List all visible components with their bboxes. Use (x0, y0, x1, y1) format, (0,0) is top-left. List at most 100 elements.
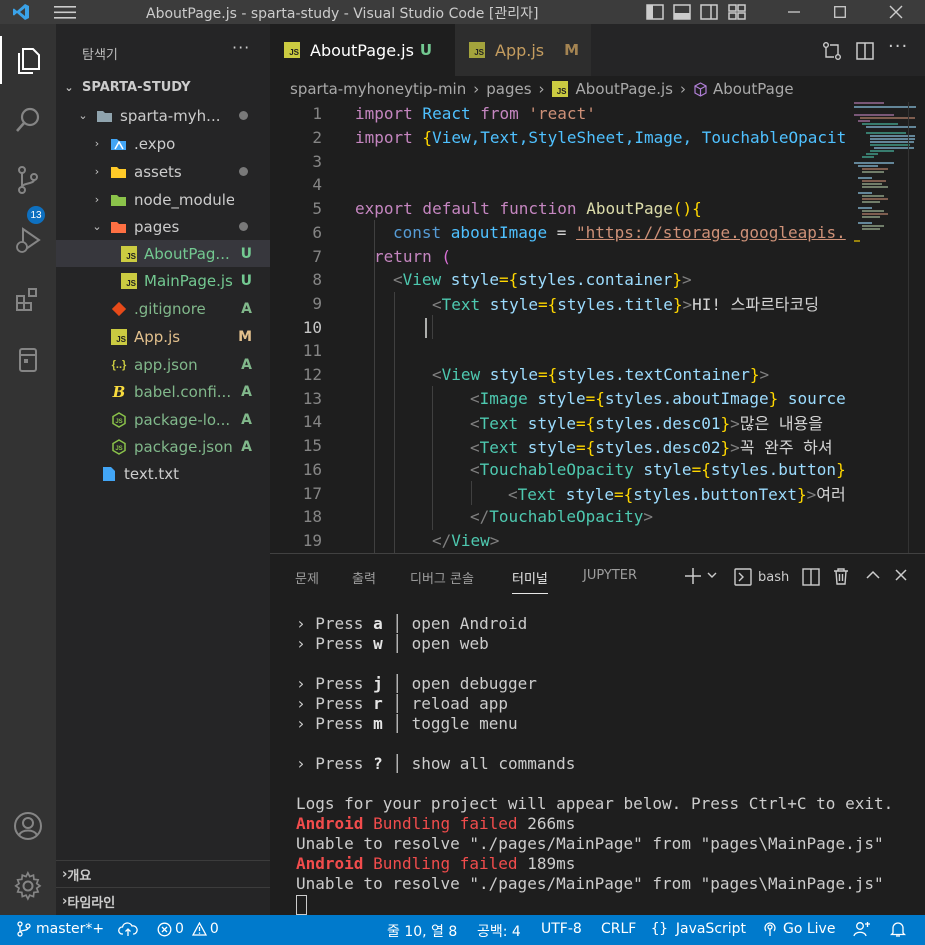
tree-file-mainpage[interactable]: JS MainPage.js U (56, 267, 270, 294)
tree-folder-expo[interactable]: › .expo (56, 130, 270, 157)
code-line: 2 import {View,Text,StyleSheet,Image, To… (270, 126, 846, 150)
tree-label: babel.confi... (134, 382, 232, 401)
maximize-icon[interactable] (817, 0, 863, 24)
line-number: 17 (302, 483, 322, 503)
tree-file-packagelock[interactable]: JS package-lo... A (56, 406, 270, 433)
code-line: 1 import React from 'react' (270, 102, 846, 126)
panel-tab-debug-console[interactable]: 디버그 콘솔 (410, 568, 474, 587)
source-control-icon[interactable] (0, 156, 56, 204)
open-changes-icon[interactable] (822, 42, 842, 60)
new-terminal-plus-icon[interactable] (684, 567, 702, 585)
broadcast-icon (762, 921, 778, 937)
line-number: 4 (312, 175, 322, 195)
status-cursor-position[interactable]: 줄 10, 열 8 (387, 921, 457, 941)
breadcrumb-subfolder[interactable]: pages (486, 80, 531, 98)
assets-folder-icon (110, 164, 128, 180)
more-actions-icon[interactable]: ··· (888, 36, 908, 57)
feedback-person-icon[interactable] (853, 921, 871, 937)
braces-icon: {} (651, 921, 668, 937)
terminal-line: Android Bundling failed 266ms (296, 814, 576, 833)
chevron-down-icon[interactable] (707, 571, 717, 579)
tree-folder-assets[interactable]: › assets (56, 158, 270, 185)
code-text: import React from 'react' (355, 104, 596, 124)
status-branch[interactable]: master*+ (17, 921, 104, 937)
tab-label: AboutPage.js (310, 40, 414, 60)
git-status: M (238, 328, 252, 345)
toggle-secondary-sidebar-icon[interactable] (700, 4, 718, 20)
maximize-panel-chevron-up-icon[interactable] (866, 570, 880, 580)
status-language[interactable]: {} JavaScript (651, 921, 746, 937)
window-title: AboutPage.js - sparta-study - Visual Stu… (146, 6, 539, 22)
status-encoding[interactable]: UTF-8 (541, 921, 582, 937)
toggle-panel-icon[interactable] (673, 4, 691, 20)
timeline-label: 타임라인 (67, 895, 116, 911)
toggle-sidebar-icon[interactable] (646, 4, 664, 20)
chevron-down-icon: ⌄ (78, 109, 88, 122)
tab-status: U (419, 41, 433, 59)
tree-label: App.js (134, 327, 181, 346)
js-file-icon: JS (110, 328, 128, 345)
minimap[interactable] (846, 102, 925, 553)
modified-dot-icon (239, 222, 248, 231)
outline-section[interactable]: › 개요 (56, 860, 270, 887)
status-indentation[interactable]: 공백: 4 (477, 921, 521, 941)
settings-gear-icon[interactable] (0, 862, 56, 910)
status-eol[interactable]: CRLF (601, 921, 636, 937)
line-number: 3 (312, 151, 322, 171)
close-window-icon[interactable] (873, 0, 919, 24)
remote-explorer-icon[interactable] (0, 336, 56, 384)
tree-file-aboutpage[interactable]: JS AboutPag... U (56, 240, 270, 267)
panel-tab-problems[interactable]: 문제 (295, 568, 319, 587)
editor-scrollbar[interactable] (908, 102, 909, 553)
panel-tab-jupyter[interactable]: JUPYTER (583, 568, 637, 583)
tree-folder-sparta-myhoneytip[interactable]: ⌄ sparta-myh... (56, 102, 270, 129)
explorer-more-icon[interactable]: ··· (232, 38, 250, 57)
breadcrumb-symbol[interactable]: AboutPage (713, 80, 794, 98)
tree-file-babelconfig[interactable]: B babel.confi... A (56, 378, 270, 405)
chevron-right-icon: › (679, 80, 686, 98)
nodejs-file-icon: JS (110, 411, 128, 428)
trash-icon[interactable] (833, 567, 849, 585)
tree-file-texttxt[interactable]: text.txt (56, 460, 270, 487)
tree-file-appjs[interactable]: JS App.js M (56, 323, 270, 350)
sync-cloud-icon[interactable] (118, 921, 138, 937)
code-editor[interactable]: 1 import React from 'react' 2 import {Vi… (270, 102, 846, 553)
line-number: 5 (312, 199, 322, 219)
timeline-section[interactable]: › 타임라인 (56, 887, 270, 914)
search-icon[interactable] (0, 96, 56, 144)
menu-hamburger-icon[interactable] (54, 4, 76, 20)
close-panel-icon[interactable] (895, 569, 907, 581)
status-golive[interactable]: Go Live (762, 921, 835, 937)
tab-aboutpage[interactable]: JS AboutPage.js U (270, 24, 455, 76)
tree-folder-node-modules[interactable]: › node_modules (56, 186, 270, 213)
code-text: <Text style={styles.desc02}>꼭 완주 하셔 (470, 437, 833, 457)
tree-folder-pages[interactable]: ⌄ pages (56, 213, 270, 240)
breadcrumb-file[interactable]: AboutPage.js (576, 80, 673, 98)
terminal-shell-name[interactable]: bash (758, 570, 789, 585)
tree-label: text.txt (124, 464, 180, 483)
tree-file-appjson[interactable]: {..} app.json A (56, 351, 270, 378)
explorer-icon[interactable] (0, 36, 56, 84)
panel-tab-output[interactable]: 출력 (352, 568, 376, 587)
extensions-icon[interactable] (0, 276, 56, 324)
code-line: 8 <View style={styles.container}> (270, 268, 846, 292)
split-editor-icon[interactable] (856, 42, 874, 60)
terminal-line: Android Bundling failed 189ms (296, 854, 576, 873)
tab-appjs[interactable]: JS App.js M (455, 24, 591, 76)
code-text: <View style={styles.textContainer}> (432, 365, 770, 385)
minimize-icon[interactable] (771, 0, 817, 24)
tree-file-gitignore[interactable]: .gitignore A (56, 295, 270, 322)
tree-file-packagejson[interactable]: JS package.json A (56, 433, 270, 460)
status-problems[interactable]: 0 0 (157, 921, 219, 937)
panel-tab-terminal[interactable]: 터미널 (512, 568, 548, 594)
run-debug-icon[interactable] (0, 216, 56, 264)
breadcrumb-folder[interactable]: sparta-myhoneytip-min (290, 80, 466, 98)
pages-folder-icon (110, 219, 128, 235)
js-file-icon: JS (120, 245, 138, 262)
account-icon[interactable] (0, 802, 56, 850)
code-line: 7 return ( (270, 244, 846, 268)
notifications-bell-icon[interactable] (890, 921, 906, 938)
workspace-root[interactable]: ⌄ SPARTA-STUDY (56, 74, 270, 101)
split-terminal-icon[interactable] (802, 568, 820, 586)
customize-layout-icon[interactable] (728, 4, 746, 20)
